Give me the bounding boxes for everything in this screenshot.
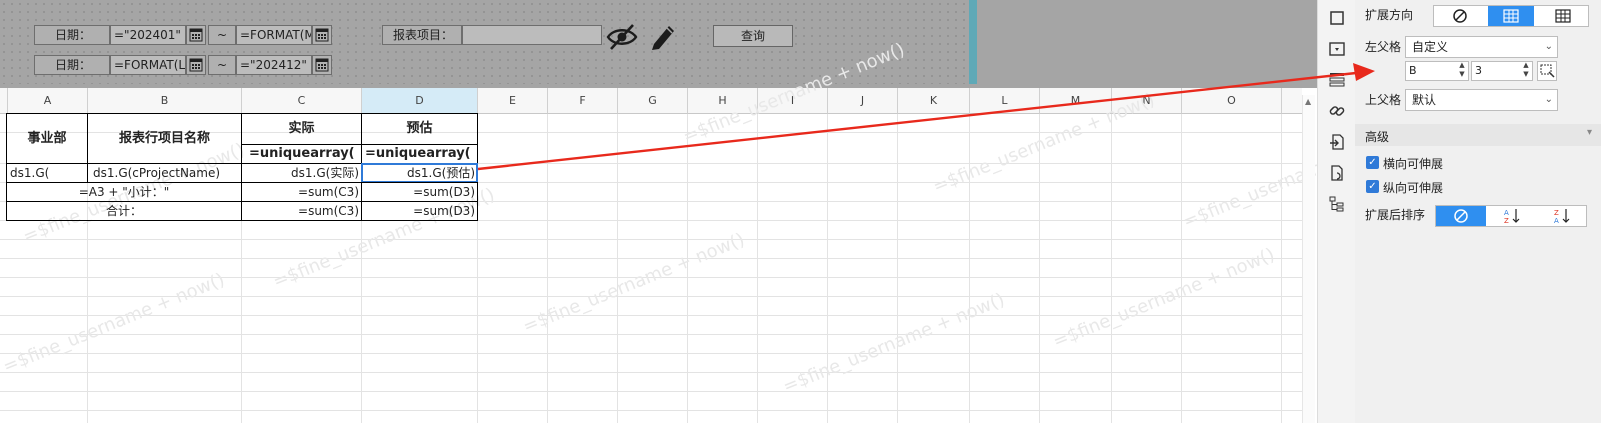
annotation-arrow	[477, 63, 1375, 171]
